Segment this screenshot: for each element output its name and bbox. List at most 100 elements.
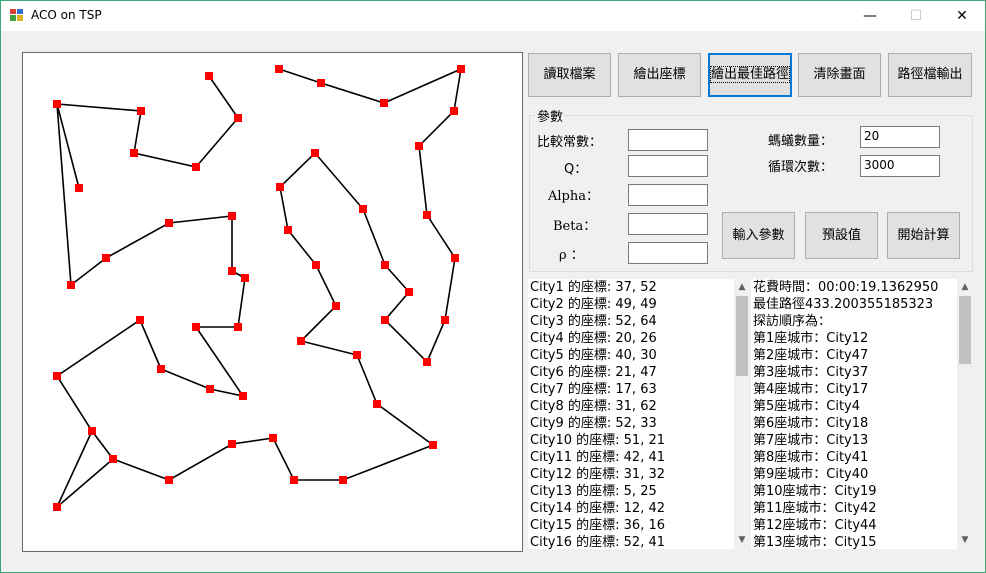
list-item[interactable]: City3 的座標: 52, 64 xyxy=(528,313,734,330)
city-marker xyxy=(451,254,459,262)
scroll-down-icon[interactable]: ▼ xyxy=(734,532,750,549)
city-marker xyxy=(381,261,389,269)
city-marker xyxy=(457,65,465,73)
list-item[interactable]: 花費時間：00:00:19.1362950 xyxy=(751,279,957,296)
draw-coords-button[interactable]: 繪出座標 xyxy=(618,53,701,97)
compare-const-input[interactable] xyxy=(628,129,708,151)
list-item[interactable]: City2 的座標: 49, 49 xyxy=(528,296,734,313)
title-bar: ACO on TSP — ☐ ✕ xyxy=(1,1,985,31)
start-button[interactable]: 開始計算 xyxy=(887,212,960,259)
beta-input[interactable] xyxy=(628,213,708,235)
city-marker xyxy=(206,385,214,393)
tour-plot xyxy=(53,65,465,511)
scroll-up-icon[interactable]: ▲ xyxy=(734,279,750,296)
city-marker xyxy=(137,107,145,115)
city-marker xyxy=(192,323,200,331)
list-item[interactable]: City4 的座標: 20, 26 xyxy=(528,330,734,347)
list-item[interactable]: City5 的座標: 40, 30 xyxy=(528,347,734,364)
city-marker xyxy=(290,476,298,484)
window-title: ACO on TSP xyxy=(31,8,102,22)
close-button[interactable]: ✕ xyxy=(939,1,985,31)
scroll-up-icon[interactable]: ▲ xyxy=(957,279,973,296)
list-item[interactable]: City6 的座標: 21, 47 xyxy=(528,364,734,381)
app-icon xyxy=(10,9,23,21)
compare-const-label: 比較常數： xyxy=(537,135,603,150)
list-item[interactable]: City1 的座標: 37, 52 xyxy=(528,279,734,296)
list-item[interactable]: 第13座城市：City15 xyxy=(751,534,957,549)
list-item[interactable]: 第1座城市：City12 xyxy=(751,330,957,347)
list-item[interactable]: City16 的座標: 52, 41 xyxy=(528,534,734,549)
result-scrollbar[interactable]: ▲ ▼ xyxy=(957,279,973,549)
list-item[interactable]: 第12座城市：City44 xyxy=(751,517,957,534)
list-item[interactable]: City7 的座標: 17, 63 xyxy=(528,381,734,398)
city-marker xyxy=(339,476,347,484)
city-marker xyxy=(269,434,277,442)
city-marker xyxy=(275,65,283,73)
city-marker xyxy=(317,79,325,87)
defaults-button[interactable]: 預設值 xyxy=(805,212,878,259)
city-marker xyxy=(67,281,75,289)
coords-scrollbar[interactable]: ▲ ▼ xyxy=(734,279,750,549)
list-item[interactable]: City13 的座標: 5, 25 xyxy=(528,483,734,500)
list-item[interactable]: City15 的座標: 36, 16 xyxy=(528,517,734,534)
city-marker xyxy=(311,149,319,157)
iterations-input[interactable]: 3000 xyxy=(860,155,940,177)
q-input[interactable] xyxy=(628,155,708,177)
list-item[interactable]: City11 的座標: 42, 41 xyxy=(528,449,734,466)
scroll-thumb[interactable] xyxy=(959,296,971,364)
list-item[interactable]: 第2座城市：City47 xyxy=(751,347,957,364)
alpha-input[interactable] xyxy=(628,184,708,206)
city-marker xyxy=(297,337,305,345)
rho-input[interactable] xyxy=(628,242,708,264)
ant-count-input[interactable]: 20 xyxy=(860,126,940,148)
city-marker xyxy=(441,316,449,324)
city-marker xyxy=(228,212,236,220)
read-file-button[interactable]: 讀取檔案 xyxy=(528,53,611,97)
maximize-button[interactable]: ☐ xyxy=(893,1,939,31)
list-item[interactable]: 第6座城市：City18 xyxy=(751,415,957,432)
list-item[interactable]: 第11座城市：City42 xyxy=(751,500,957,517)
city-marker xyxy=(165,219,173,227)
result-listbox[interactable]: 花費時間：00:00:19.1362950 最佳路徑433.20035518532… xyxy=(751,279,957,549)
clear-canvas-button[interactable]: 清除畫面 xyxy=(798,53,881,97)
list-item[interactable]: 第8座城市：City41 xyxy=(751,449,957,466)
input-params-button[interactable]: 輸入參數 xyxy=(722,212,795,259)
city-marker xyxy=(88,427,96,435)
list-item[interactable]: 第10座城市：City19 xyxy=(751,483,957,500)
tour-segment xyxy=(56,458,114,508)
export-path-button[interactable]: 路徑檔輸出 xyxy=(888,53,972,97)
list-item[interactable]: City9 的座標: 52, 33 xyxy=(528,415,734,432)
city-marker xyxy=(102,254,110,262)
draw-best-path-button[interactable]: 繪出最佳路徑 xyxy=(708,53,792,97)
city-marker xyxy=(53,372,61,380)
list-item[interactable]: 第5座城市：City4 xyxy=(751,398,957,415)
city-marker xyxy=(353,351,361,359)
coords-listbox[interactable]: City1 的座標: 37, 52 City2 的座標: 49, 49 City3 … xyxy=(528,279,734,549)
city-marker xyxy=(157,365,165,373)
city-marker xyxy=(380,99,388,107)
city-marker xyxy=(234,323,242,331)
city-marker xyxy=(405,288,413,296)
list-item[interactable]: 最佳路徑433.200355185323 xyxy=(751,296,957,313)
list-item[interactable]: 第9座城市：City40 xyxy=(751,466,957,483)
city-marker xyxy=(228,440,236,448)
city-marker xyxy=(284,226,292,234)
scroll-down-icon[interactable]: ▼ xyxy=(957,532,973,549)
list-item[interactable]: 第3座城市：City37 xyxy=(751,364,957,381)
list-item[interactable]: City14 的座標: 12, 42 xyxy=(528,500,734,517)
city-marker xyxy=(53,503,61,511)
city-marker xyxy=(130,149,138,157)
list-item[interactable]: 第4座城市：City17 xyxy=(751,381,957,398)
drawing-canvas xyxy=(22,52,523,552)
list-item[interactable]: City12 的座標: 31, 32 xyxy=(528,466,734,483)
city-marker xyxy=(234,114,242,122)
list-item[interactable]: City10 的座標: 51, 21 xyxy=(528,432,734,449)
city-marker xyxy=(450,107,458,115)
params-group-title: 參數 xyxy=(535,106,566,125)
list-item[interactable]: 探訪順序為： xyxy=(751,313,957,330)
app-window: ACO on TSP — ☐ ✕ 讀取檔案 繪出座標 繪出最佳路徑 清除畫面 路… xyxy=(0,0,986,573)
list-item[interactable]: 第7座城市：City13 xyxy=(751,432,957,449)
scroll-thumb[interactable] xyxy=(736,296,748,376)
list-item[interactable]: City8 的座標: 31, 62 xyxy=(528,398,734,415)
minimize-button[interactable]: — xyxy=(847,1,893,31)
